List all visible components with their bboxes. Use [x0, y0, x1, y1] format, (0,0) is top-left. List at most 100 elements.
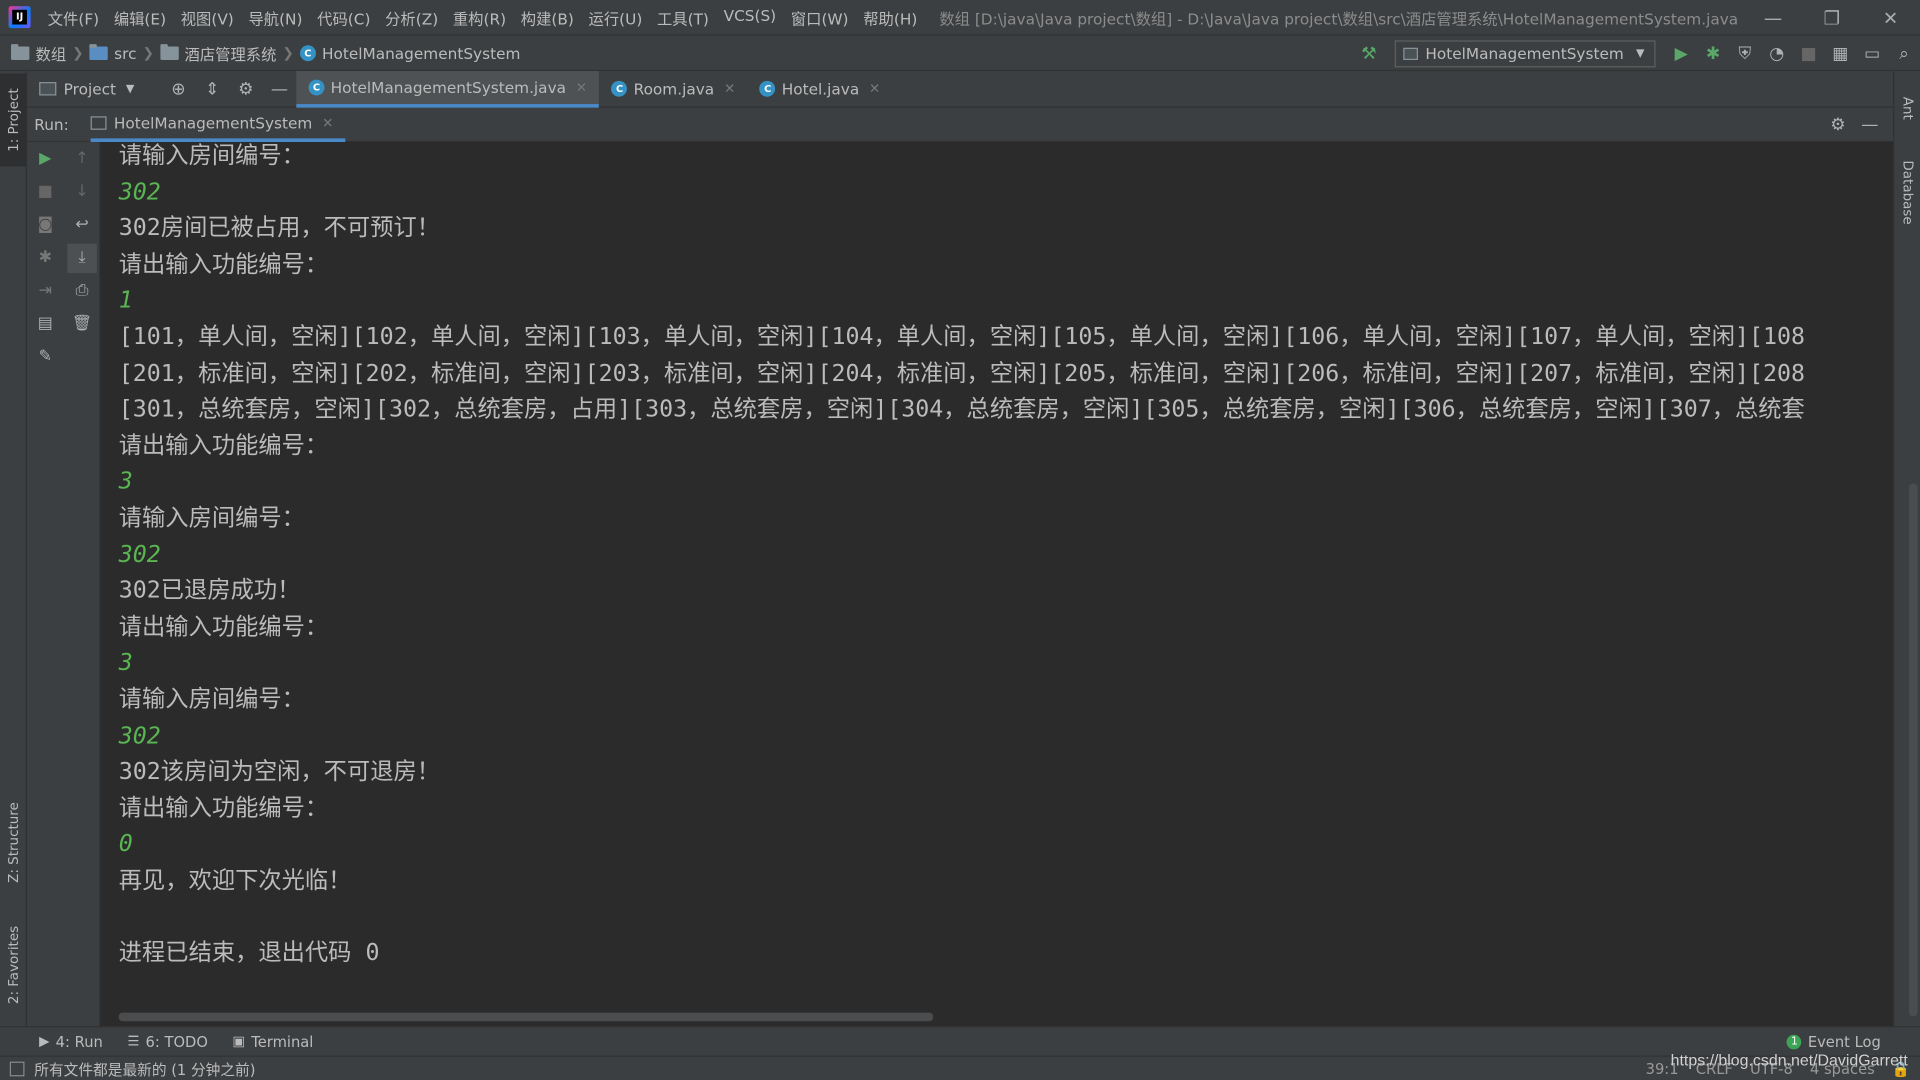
left-tool-window-bar: 1: Project Z: Structure 2: Favorites	[0, 71, 27, 1056]
project-icon	[39, 82, 57, 96]
menu-code[interactable]: 代码(C)	[310, 6, 378, 29]
intellij-logo-icon[interactable]: IJ	[8, 6, 31, 29]
run-toolbar-col-2: ↑ ↓ ↩ ⤓ ⎙ 🗑	[64, 142, 101, 340]
tab-run-label: 4: Run	[55, 1032, 103, 1051]
stop-icon[interactable]: ■	[1793, 37, 1825, 69]
menu-edit[interactable]: 编辑(E)	[106, 6, 173, 29]
breadcrumb-class[interactable]: HotelManagementSystem	[322, 43, 520, 61]
debug-icon[interactable]: ✱	[1697, 37, 1729, 69]
toggle-tool-windows-icon[interactable]	[9, 1061, 25, 1077]
console-output-line: 进程已结束，退出代码 0	[118, 939, 380, 967]
run-panel-label: Run:	[34, 115, 69, 134]
window-controls: — ❐ ✕	[1744, 0, 1920, 36]
structure-tool-button[interactable]: Z: Structure	[0, 791, 27, 894]
close-tab-icon[interactable]: ✕	[576, 79, 587, 95]
build-hammer-icon[interactable]: ⚒	[1353, 37, 1385, 69]
folder-icon	[11, 43, 30, 60]
run-panel-header: Run: HotelManagementSystem ✕ ⚙ —	[26, 107, 1894, 143]
restore-button[interactable]: ❐	[1802, 0, 1861, 36]
profile-icon[interactable]: ◔	[1761, 37, 1793, 69]
search-icon[interactable]: ⌕	[1888, 37, 1920, 69]
menu-refactor[interactable]: 重构(R)	[446, 6, 514, 29]
tab-hotel-java[interactable]: C Hotel.java ✕	[747, 70, 892, 107]
toolbar-right: ⚒ HotelManagementSystem ▼ ▶ ✱ ⛨ ◔ ■ ▦ ▭ …	[1353, 36, 1920, 72]
project-structure-icon[interactable]: ▦	[1825, 37, 1857, 69]
run-tab[interactable]: HotelManagementSystem ✕	[90, 107, 346, 142]
console-output-line: 302已退房成功！	[118, 576, 301, 604]
console-output[interactable]: 请输入房间编号： 302 302房间已被占用，不可预订！ 请出输入功能编号： 1 [101…	[100, 142, 1894, 1027]
gear-icon[interactable]: ⚙	[1822, 108, 1854, 140]
run-panel-actions: ⚙ —	[1822, 108, 1886, 140]
chevron-down-icon: ▼	[1636, 47, 1645, 60]
arrow-down-icon[interactable]: ↓	[67, 177, 96, 206]
breadcrumb-project[interactable]: 数组	[36, 41, 67, 64]
chevron-right-icon: ❯	[142, 44, 154, 61]
terminal-icon: ▣	[232, 1033, 246, 1050]
arrow-up-icon[interactable]: ↑	[67, 144, 96, 173]
run-config-select[interactable]: HotelManagementSystem ▼	[1394, 39, 1656, 67]
stop-icon[interactable]: ■	[31, 177, 60, 206]
presentation-icon[interactable]: ▭	[1856, 37, 1888, 69]
breadcrumb-src[interactable]: src	[114, 43, 136, 61]
gear-icon[interactable]: ⚙	[230, 73, 262, 105]
hide-icon[interactable]: —	[264, 73, 296, 105]
tab-terminal[interactable]: ▣ Terminal	[232, 1033, 313, 1050]
console-output-line: [101，单人间，空闲][102，单人间，空闲][103，单人间，空闲][104…	[118, 323, 1806, 351]
soft-wrap-icon[interactable]: ↩	[67, 210, 96, 239]
coverage-icon[interactable]: ⛨	[1729, 37, 1761, 69]
tab-room-java[interactable]: C Room.java ✕	[599, 70, 747, 107]
locate-icon[interactable]: ⊕	[163, 73, 195, 105]
status-left: 所有文件都是最新的 (1 分钟之前)	[9, 1057, 255, 1080]
minimize-button[interactable]: —	[1744, 0, 1803, 36]
menu-file[interactable]: 文件(F)	[40, 6, 106, 29]
tab-label: Hotel.java	[781, 79, 860, 98]
chevron-right-icon: ❯	[282, 44, 294, 61]
project-view-select[interactable]: Project ▼	[27, 80, 162, 98]
title-bar: IJ 文件(F) 编辑(E) 视图(V) 导航(N) 代码(C) 分析(Z) 重…	[0, 0, 1920, 36]
scroll-to-end-icon[interactable]: ⤓	[67, 243, 97, 273]
database-tool-button[interactable]: Database	[1894, 149, 1920, 235]
trash-icon[interactable]: 🗑	[67, 309, 96, 338]
pin-icon[interactable]: ✎	[31, 342, 60, 371]
hide-panel-icon[interactable]: —	[1854, 108, 1886, 140]
console-output-line: 请出输入功能编号：	[118, 250, 329, 278]
bug-icon[interactable]: ✱	[31, 243, 60, 272]
rerun-icon[interactable]: ▶	[31, 144, 60, 173]
exit-icon[interactable]: ⇥	[31, 276, 60, 305]
package-icon	[160, 43, 179, 60]
class-icon: C	[759, 80, 776, 97]
favorites-tool-button[interactable]: 2: Favorites	[0, 913, 27, 1016]
console-output-line: 302该房间为空闲，不可退房！	[118, 758, 440, 786]
menu-analyze[interactable]: 分析(Z)	[378, 6, 446, 29]
menu-help[interactable]: 帮助(H)	[856, 6, 925, 29]
run-icon[interactable]: ▶	[1665, 37, 1697, 69]
menu-build[interactable]: 构建(B)	[513, 6, 581, 29]
ant-tool-button[interactable]: Ant	[1894, 83, 1920, 132]
menu-run[interactable]: 运行(U)	[581, 6, 649, 29]
print-icon[interactable]: ⎙	[67, 276, 96, 305]
horizontal-scrollbar[interactable]	[118, 1012, 934, 1022]
menu-window[interactable]: 窗口(W)	[783, 6, 855, 29]
collapse-all-icon[interactable]: ⇕	[196, 73, 228, 105]
tab-hotelmanagementsystem-java[interactable]: C HotelManagementSystem.java ✕	[296, 70, 600, 108]
console-output-line: 请输入房间编号：	[118, 685, 305, 713]
breadcrumb-package[interactable]: 酒店管理系统	[185, 41, 277, 64]
menu-tools[interactable]: 工具(T)	[650, 6, 717, 29]
tab-todo[interactable]: ☰ 6: TODO	[127, 1033, 208, 1050]
console-output-line: 请出输入功能编号：	[118, 431, 329, 459]
console-output-line: [201，标准间，空闲][202，标准间，空闲][203，标准间，空闲][204…	[118, 359, 1806, 387]
watermark: https://blog.csdn.net/DavidGarrett	[1670, 1050, 1908, 1069]
menu-view[interactable]: 视图(V)	[173, 6, 241, 29]
close-button[interactable]: ✕	[1861, 0, 1920, 36]
close-tab-icon[interactable]: ✕	[724, 81, 735, 97]
camera-icon[interactable]: ◙	[31, 210, 60, 239]
menu-vcs[interactable]: VCS(S)	[716, 6, 783, 29]
layout-icon[interactable]: ▤	[31, 309, 60, 338]
class-icon: C	[611, 80, 628, 97]
menu-navigate[interactable]: 导航(N)	[241, 6, 310, 29]
close-tab-icon[interactable]: ✕	[322, 114, 333, 130]
project-tool-button[interactable]: 1: Project	[0, 73, 27, 167]
close-tab-icon[interactable]: ✕	[869, 81, 880, 97]
vertical-scrollbar[interactable]	[1908, 483, 1918, 1017]
tab-run[interactable]: ▶ 4: Run	[39, 1033, 103, 1050]
